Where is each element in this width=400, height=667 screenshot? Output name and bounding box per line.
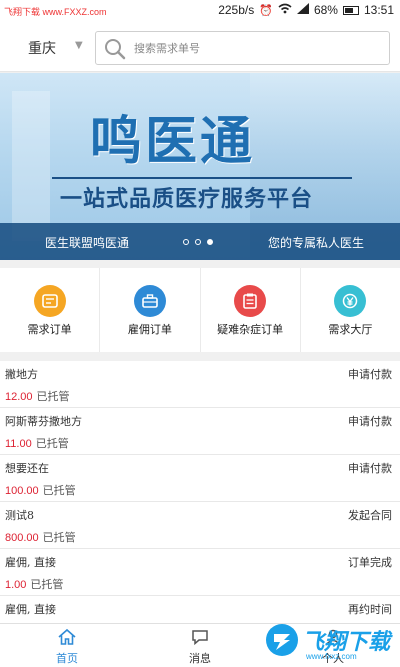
banner-left-caption: 医生联盟鸣医通 xyxy=(45,236,130,250)
banner-subtitle: 一站式品质医疗服务平台 xyxy=(60,186,314,212)
order-status: 申请付款 xyxy=(348,415,392,428)
entry-difficult-case-orders[interactable]: 疑难杂症订单 xyxy=(201,268,301,352)
carousel-dot[interactable] xyxy=(195,239,201,245)
home-icon xyxy=(58,628,76,645)
entry-label: 疑难杂症订单 xyxy=(217,323,284,336)
chat-icon xyxy=(192,630,208,646)
banner-divider xyxy=(52,177,352,179)
order-tag: 已托管 xyxy=(35,437,69,450)
order-name: 雇佣, 直接 xyxy=(5,556,56,569)
order-name: 想要还在 xyxy=(5,462,49,475)
status-bar: 飞翔下载 www.FXXZ.com 225b/s ⏰ 68% 13:51 xyxy=(0,0,400,24)
order-amount: 800.00 xyxy=(5,532,39,544)
order-status: 订单完成 xyxy=(348,556,392,569)
banner-title: 鸣医通 xyxy=(90,111,256,172)
clock: 13:51 xyxy=(363,3,394,17)
order-amount: 100.00 xyxy=(5,485,39,497)
order-amount: 11.00 xyxy=(5,438,32,450)
order-name: 阿斯蒂芬撒地方 xyxy=(5,415,82,428)
order-amount-line: 11.00 已托管 xyxy=(5,435,69,451)
city-selector[interactable]: 重庆 xyxy=(28,38,56,58)
order-amount-line: 100.00 已托管 xyxy=(5,482,76,498)
tab-label: 首页 xyxy=(56,652,78,665)
clipboard-icon xyxy=(234,285,267,317)
order-list: 撇地方 申请付款 12.00 已托管 阿斯蒂芬撒地方 申请付款 11.00 已托管 … xyxy=(0,361,400,623)
entry-demand-orders[interactable]: 需求订单 xyxy=(0,268,101,352)
search-icon xyxy=(105,39,126,60)
banner-caption-bar: 医生联盟鸣医通 您的专属私人医生 xyxy=(0,223,400,260)
order-row[interactable]: 阿斯蒂芬撒地方 申请付款 11.00 已托管 xyxy=(0,408,400,455)
tab-messages[interactable]: 消息 xyxy=(150,624,250,667)
search-input[interactable] xyxy=(134,37,379,59)
entry-label: 需求订单 xyxy=(27,323,72,336)
network-speed: 225b/s xyxy=(218,3,255,17)
order-tag: 已托管 xyxy=(42,531,76,544)
entry-demand-hall[interactable]: 需求大厅 xyxy=(301,268,400,352)
search-box[interactable] xyxy=(95,31,390,65)
watermark-logo: 飞翔下载 www.fxxz.com xyxy=(262,618,396,667)
wifi-icon xyxy=(278,3,292,17)
entry-label: 雇佣订单 xyxy=(127,323,172,336)
tab-label: 消息 xyxy=(189,652,211,665)
order-status: 再约时间 xyxy=(348,603,392,616)
order-row[interactable]: 雇佣, 直接 订单完成 1.00 已托管 xyxy=(0,549,400,596)
quick-entry-grid: 需求订单 雇佣订单 疑难杂症订单 需求大厅 xyxy=(0,268,400,352)
tab-home[interactable]: 首页 xyxy=(17,624,117,667)
order-amount: 12.00 xyxy=(5,391,33,403)
caret-down-icon[interactable]: ▼ xyxy=(75,40,83,51)
carousel-dot[interactable] xyxy=(183,239,189,245)
note-icon xyxy=(33,285,66,317)
briefcase-icon xyxy=(133,285,166,317)
order-tag: 已托管 xyxy=(36,390,70,403)
battery-icon xyxy=(342,5,359,15)
fxxz-logo-icon xyxy=(266,624,298,656)
banner-right-caption: 您的专属私人医生 xyxy=(267,236,364,250)
order-amount-line: 12.00 已托管 xyxy=(5,388,70,404)
order-row[interactable]: 撇地方 申请付款 12.00 已托管 xyxy=(0,361,400,408)
promo-banner[interactable]: 鸣医通 一站式品质医疗服务平台 医生联盟鸣医通 您的专属私人医生 xyxy=(0,73,400,260)
entry-hire-orders[interactable]: 雇佣订单 xyxy=(100,268,201,352)
order-amount: 1.00 xyxy=(5,579,27,591)
order-amount-line: 1.00 已托管 xyxy=(5,576,63,592)
yen-icon xyxy=(334,285,367,317)
alarm-icon: ⏰ xyxy=(259,4,273,17)
order-row[interactable]: 想要还在 申请付款 100.00 已托管 xyxy=(0,455,400,502)
order-status: 申请付款 xyxy=(348,368,392,381)
order-status: 发起合同 xyxy=(348,509,392,522)
order-name: 测试8 xyxy=(5,509,34,522)
order-name: 雇佣, 直接 xyxy=(5,603,56,616)
watermark-text: 飞翔下载 www.FXXZ.com xyxy=(4,7,107,17)
carousel-dots[interactable] xyxy=(183,239,213,245)
status-indicators: 225b/s ⏰ 68% 13:51 xyxy=(218,3,394,17)
order-name: 撇地方 xyxy=(5,368,38,381)
order-status: 申请付款 xyxy=(348,462,392,475)
entry-label: 需求大厅 xyxy=(328,323,373,336)
signal-icon xyxy=(296,3,309,17)
header: 重庆 ▼ xyxy=(0,24,400,72)
order-row[interactable]: 测试8 发起合同 800.00 已托管 xyxy=(0,502,400,549)
carousel-dot[interactable] xyxy=(207,239,213,245)
order-amount-line: 800.00 已托管 xyxy=(5,529,76,545)
battery-percent: 68% xyxy=(313,3,338,17)
order-tag: 已托管 xyxy=(42,484,76,497)
watermark-logo-url: www.fxxz.com xyxy=(306,652,357,661)
banner-decoration xyxy=(12,91,50,241)
order-tag: 已托管 xyxy=(30,578,64,591)
